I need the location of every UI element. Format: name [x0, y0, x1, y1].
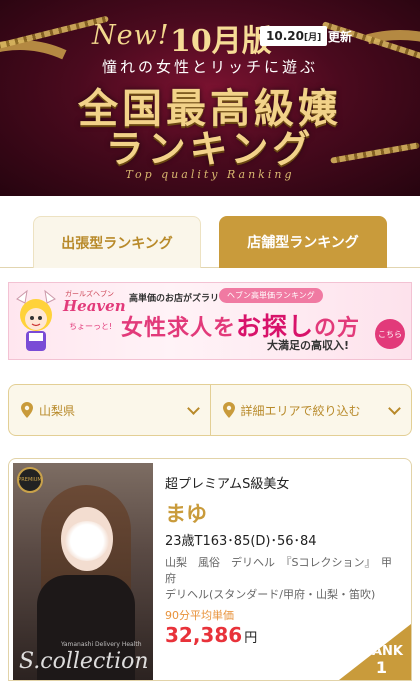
month-edition: 10月版 [170, 24, 272, 59]
photo-watermark-small: Yamanashi Delivery Health [61, 641, 142, 648]
profile-info: 超プレミアムS級美女 まゆ 23歳T163･85(D)･56･84 山梨 風俗 … [165, 473, 401, 647]
shop-line-1: 山梨 風俗 デリヘル 『Sコレクション』 甲府 [165, 556, 392, 585]
rank-number: 1 [375, 658, 387, 677]
hero-subtitle: Top quality Ranking [125, 168, 295, 181]
profile-name[interactable]: まゆ [165, 498, 401, 528]
chevron-down-icon [186, 402, 200, 415]
update-label: 更新 [328, 30, 353, 44]
shop-line-2: デリヘル(スタンダード/甲府・山梨・笛吹) [165, 588, 376, 601]
ad-top-line: 高単価のお店がズラリ [129, 294, 220, 304]
profile-spec: 23歳T163･85(D)･56･84 [165, 534, 317, 549]
price-label: 90分平均単価 [165, 609, 234, 622]
ranking-card[interactable]: PREMIUM Yamanashi Delivery Health S.coll… [8, 458, 412, 681]
shop-info[interactable]: 山梨 風俗 デリヘル 『Sコレクション』 甲府 デリヘル(スタンダード/甲府・山… [165, 555, 401, 603]
catchphrase: 超プレミアムS級美女 [165, 477, 290, 492]
chevron-down-icon [388, 402, 401, 415]
detail-area-select[interactable]: 詳細エリアで絞り込む [209, 385, 412, 435]
update-date: 10.20 [266, 29, 304, 43]
ad-cta-button[interactable]: こちら [375, 319, 405, 349]
map-pin-icon [21, 402, 33, 418]
ranking-tabs: 出張型ランキング 店舗型ランキング [0, 196, 420, 268]
prefecture-value: 山梨県 [39, 403, 76, 418]
new-label: New! [92, 20, 170, 51]
face-blur [65, 521, 109, 561]
photo-watermark: S.collection [19, 649, 149, 674]
area-filters: 山梨県 詳細エリアで絞り込む [8, 384, 412, 436]
hero-banner: New! 10月版 10.20[月] 更新 憧れの女性とリッチに遊ぶ 全国最高級… [0, 0, 420, 196]
hero-tagline: 憧れの女性とリッチに遊ぶ [101, 58, 318, 76]
price: 32,386 円 [165, 623, 401, 647]
update-weekday: [月] [303, 33, 322, 43]
prefecture-select[interactable]: 山梨県 [9, 385, 210, 435]
ad-subtext: 大満足の高収入! [267, 339, 350, 352]
recruit-ad-banner[interactable]: ガールズヘブン Heaven ちょーっと! 高単価のお店がズラリ ヘブン高単価ラ… [8, 282, 412, 360]
detail-area-placeholder: 詳細エリアで絞り込む [240, 403, 361, 418]
brand-logo-text: Heaven [63, 297, 126, 315]
hero-title-line2: ランキング [105, 126, 315, 171]
premium-badge-icon: PREMIUM [17, 467, 43, 493]
ad-headline-a: 女性求人を [121, 316, 237, 341]
chotto-text: ちょーっと! [69, 322, 113, 331]
profile-photo[interactable]: PREMIUM Yamanashi Delivery Health S.coll… [13, 463, 153, 680]
angel-mascot-icon [16, 289, 56, 351]
map-pin-icon [222, 402, 235, 418]
price-value: 32,386 [165, 623, 243, 647]
ad-ranking-pill: ヘブン高単価ランキング [219, 288, 323, 303]
update-date-badge: 10.20[月] [260, 26, 328, 46]
price-unit: 円 [244, 631, 258, 646]
tab-dispatch-ranking[interactable]: 出張型ランキング [33, 216, 201, 268]
tab-store-ranking[interactable]: 店舗型ランキング [219, 216, 387, 268]
